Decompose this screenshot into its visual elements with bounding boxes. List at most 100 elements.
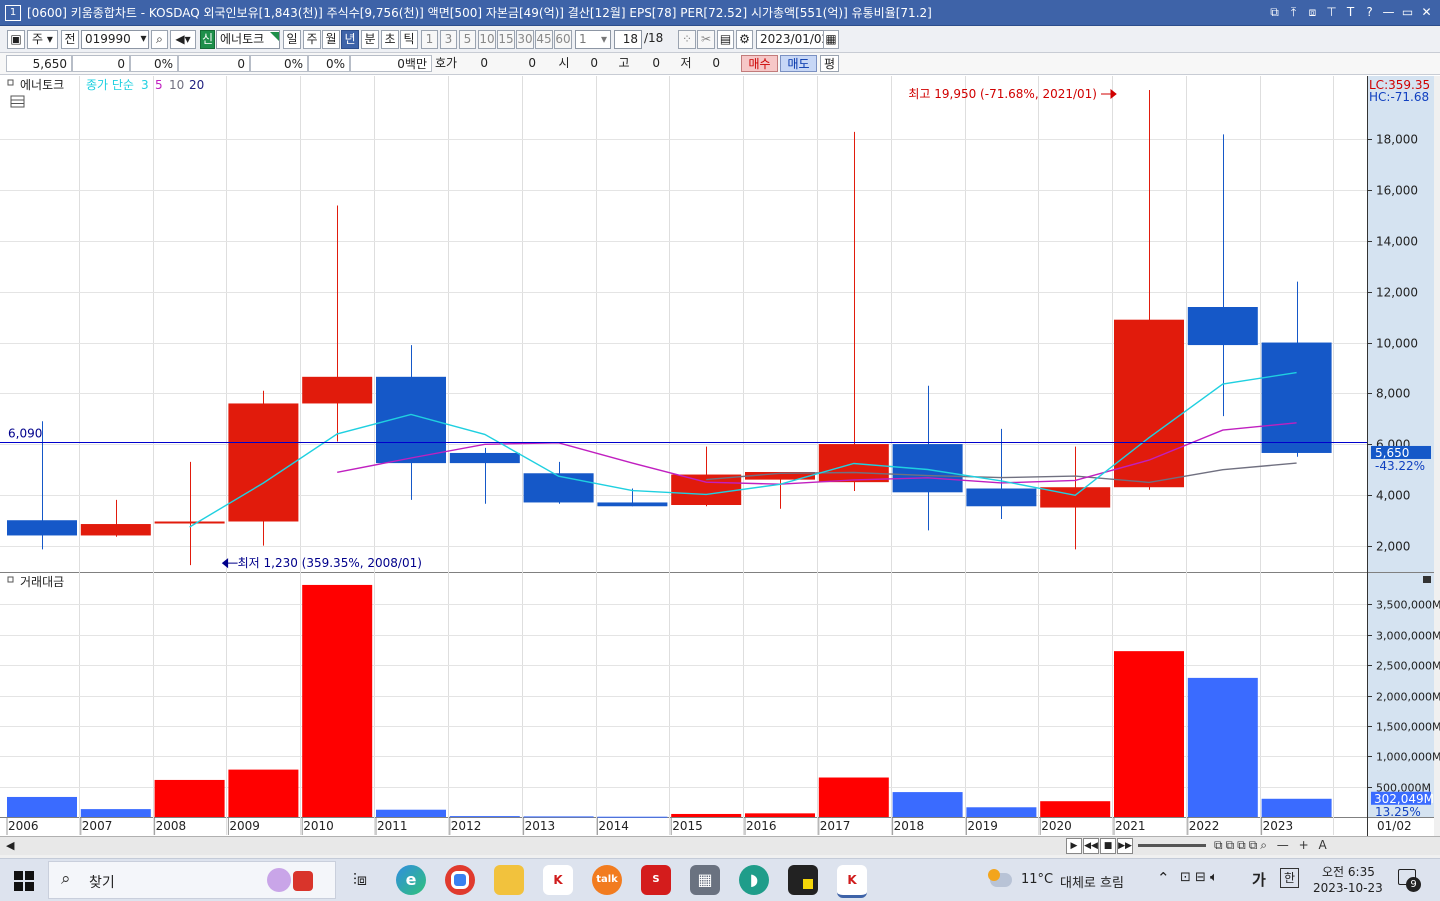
eval-button[interactable]: 평 xyxy=(820,55,839,72)
high-value: 0 xyxy=(652,56,660,70)
kiwoom-active-icon[interactable]: K xyxy=(837,865,867,898)
chart-canvas[interactable]: 2,0004,0006,0008,00010,00012,00014,00016… xyxy=(0,75,1440,836)
candle-body xyxy=(523,473,594,503)
volume-bar xyxy=(1114,651,1184,817)
table-icon[interactable] xyxy=(10,95,25,108)
layout-icon[interactable]: ▣ xyxy=(7,30,25,49)
task-view-icon[interactable]: ⫶⧈ xyxy=(345,865,375,895)
period-minute[interactable]: 분 xyxy=(361,30,379,49)
buy-button[interactable]: 매수 xyxy=(741,55,778,72)
interval-1[interactable]: 1 xyxy=(421,30,438,49)
chevron-down-icon[interactable]: ▾ xyxy=(137,30,150,49)
interval-5[interactable]: 5 xyxy=(459,30,476,49)
volume-bar xyxy=(892,792,963,817)
y-tick-label: 18,000 xyxy=(1376,133,1418,147)
interval-15[interactable]: 15 xyxy=(497,30,515,49)
period-week[interactable]: 주 xyxy=(303,30,321,49)
maximize-button[interactable]: ▭ xyxy=(1400,4,1415,20)
folder-icon[interactable] xyxy=(494,865,524,895)
tray-icons[interactable]: ⊡ ⊟ 🔈︎ xyxy=(1180,870,1218,885)
candle-body xyxy=(7,520,77,536)
current-price: 5,650 xyxy=(6,55,72,72)
notification-icon[interactable]: 9 xyxy=(1398,869,1421,892)
minimize-button[interactable]: — xyxy=(1381,4,1396,20)
period-tick[interactable]: 틱 xyxy=(400,30,418,49)
x-end-label: 01/02 xyxy=(1377,819,1412,833)
view-tools[interactable]: ⧉⧉⧉⧉⌕ — + A xyxy=(1214,838,1330,853)
legend-ma5: 5 xyxy=(155,78,163,92)
scissors-icon[interactable]: ✂ xyxy=(697,30,715,49)
legend-ma20: 20 xyxy=(189,78,204,92)
ime-indicator[interactable]: 가 xyxy=(1252,869,1266,890)
clock-time[interactable]: 오전 6:35 xyxy=(1322,863,1375,880)
candle-body xyxy=(80,524,151,536)
calculator-icon[interactable]: ▦ xyxy=(690,865,720,895)
grid-tool-icon[interactable]: ⁘ xyxy=(678,30,696,49)
all-button[interactable]: 전 xyxy=(61,30,79,49)
pin-icon[interactable]: ⤒ xyxy=(1286,4,1301,20)
app-icon-teal[interactable]: ◗ xyxy=(739,865,769,895)
market-select-label: 주 xyxy=(32,32,44,46)
calendar-icon[interactable]: ▦ xyxy=(823,30,839,49)
clock-date[interactable]: 2023-10-23 xyxy=(1313,881,1383,895)
chart-toolbar: ▣ 주 ▾ 전 019990 ▾ ⌕ ◀▾ 신 에너토크 일 주 월 년 분 초… xyxy=(0,27,1440,53)
trading-app-icon[interactable]: S xyxy=(641,865,671,895)
last-price-label: 5,650 xyxy=(1375,446,1409,460)
stop-icon[interactable]: ■ xyxy=(1100,838,1116,854)
edge-icon[interactable]: e xyxy=(396,865,426,895)
chrome-icon[interactable] xyxy=(445,865,475,895)
page-value: 18 xyxy=(622,32,638,46)
interval-30[interactable]: 30 xyxy=(516,30,534,49)
legend-stock: 에너토크 xyxy=(20,78,64,92)
close-button[interactable]: ✕ xyxy=(1419,4,1434,20)
rewind-icon[interactable]: ◀◀ xyxy=(1083,838,1099,854)
gear-icon[interactable]: ⚙ xyxy=(736,30,753,49)
search-icon[interactable]: ⌕ xyxy=(151,30,168,49)
windows-start-icon[interactable] xyxy=(14,871,34,891)
page-input[interactable]: 18 xyxy=(614,30,642,49)
count-stepper[interactable]: 1 ▾ xyxy=(575,30,611,49)
help-icon[interactable]: ? xyxy=(1362,4,1377,20)
candle-body xyxy=(597,502,668,507)
pane-menu-icon[interactable] xyxy=(1423,576,1431,583)
kakao-icon[interactable]: talk xyxy=(592,865,622,895)
period-day[interactable]: 일 xyxy=(283,30,301,49)
open-label: 시 xyxy=(558,56,570,70)
chart-scrollbar[interactable]: ◀ ▶ ◀◀ ■ ▶▶ ⧉⧉⧉⧉⌕ — + A xyxy=(0,836,1440,855)
period-month[interactable]: 월 xyxy=(322,30,340,49)
sell-button[interactable]: 매도 xyxy=(780,55,817,72)
weather-icon[interactable] xyxy=(988,869,1014,889)
market-select[interactable]: 주 ▾ xyxy=(27,30,58,49)
font-icon[interactable]: T xyxy=(1343,4,1358,20)
kiwoom-app-icon[interactable]: K xyxy=(543,865,573,895)
scroll-left-icon[interactable]: ◀ xyxy=(6,839,14,852)
save-icon[interactable]: ▤ xyxy=(717,30,734,49)
interval-10[interactable]: 10 xyxy=(478,30,496,49)
date-input[interactable]: 2023/01/02 xyxy=(756,30,829,49)
high-annotation: 최고 19,950 (-71.68%, 2021/01) xyxy=(908,87,1097,101)
speaker-icon[interactable]: ◀▾ xyxy=(170,30,196,49)
topmost-icon[interactable]: ⊤ xyxy=(1324,4,1339,20)
candle-body xyxy=(154,521,225,524)
sticky-note-icon[interactable] xyxy=(788,865,818,895)
volume-bar xyxy=(228,769,299,817)
forward-icon[interactable]: ▶▶ xyxy=(1117,838,1133,854)
price-change: 0 xyxy=(72,55,130,72)
link-icon[interactable]: ⧉ xyxy=(1267,4,1282,20)
turnover-pct: 0% xyxy=(308,55,350,72)
tile-icon[interactable]: ⧈ xyxy=(1305,4,1320,20)
lang-indicator[interactable]: 한 xyxy=(1280,868,1299,888)
count-value: 1 xyxy=(579,32,587,46)
zoom-slider[interactable] xyxy=(1138,844,1206,847)
period-year[interactable]: 년 xyxy=(341,30,359,49)
x-tick-label: 2012 xyxy=(451,819,482,833)
chevron-up-icon[interactable]: ⌃ xyxy=(1157,869,1170,887)
play-icon[interactable]: ▶ xyxy=(1066,838,1082,854)
interval-3[interactable]: 3 xyxy=(440,30,457,49)
x-tick-label: 2014 xyxy=(598,819,629,833)
y-tick-label: 3,000,000M xyxy=(1376,630,1440,643)
taskbar-search-box[interactable]: ⌕ 찾기 xyxy=(48,861,336,899)
interval-45[interactable]: 45 xyxy=(535,30,553,49)
interval-60[interactable]: 60 xyxy=(554,30,572,49)
period-second[interactable]: 초 xyxy=(381,30,399,49)
